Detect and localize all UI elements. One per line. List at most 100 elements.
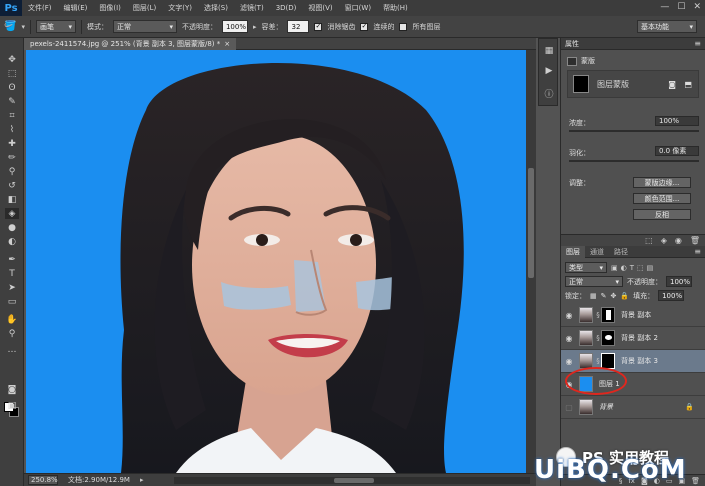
chevron-right-icon[interactable]: ▸ xyxy=(253,23,257,31)
pixel-mask-icon[interactable]: ◙ xyxy=(668,80,676,89)
eye-icon[interactable]: ◉ xyxy=(563,380,575,389)
lock-image-icon[interactable]: ✎ xyxy=(601,292,607,300)
canvas-vertical-scrollbar[interactable] xyxy=(526,50,536,473)
density-slider[interactable] xyxy=(569,130,699,132)
layer-row-background[interactable]: ▢ 背景 🔒 xyxy=(561,396,705,419)
trash-icon[interactable]: 🗑 xyxy=(691,477,700,485)
feather-slider[interactable] xyxy=(569,160,699,162)
menu-edit[interactable]: 编辑(E) xyxy=(58,3,94,13)
tab-channels[interactable]: 通道 xyxy=(585,246,609,258)
antialias-checkbox[interactable]: ✓ xyxy=(314,22,323,31)
blend-mode-select[interactable]: 正常 ▾ xyxy=(565,276,623,287)
contiguous-checkbox[interactable]: ✓ xyxy=(360,22,369,31)
vertical-scroll-thumb[interactable] xyxy=(528,168,534,278)
move-tool-icon[interactable]: ✥ xyxy=(5,54,19,65)
dodge-tool-icon[interactable]: ◐ xyxy=(5,236,19,247)
paint-bucket-tool-icon[interactable]: ◈ xyxy=(5,208,19,219)
eye-off-icon[interactable]: ▢ xyxy=(563,403,575,412)
history-brush-tool-icon[interactable]: ↺ xyxy=(5,180,19,191)
quick-mask-icon[interactable]: ◙ xyxy=(5,384,19,395)
more-tools-icon[interactable]: … xyxy=(5,344,19,355)
filter-pixel-icon[interactable]: ▣ xyxy=(611,264,618,272)
marquee-tool-icon[interactable]: ⬚ xyxy=(5,68,19,79)
document-tab[interactable]: pexels-2411574.jpg @ 251% (背景 副本 3, 图层蒙版… xyxy=(24,38,237,50)
tab-paths[interactable]: 路径 xyxy=(609,246,633,258)
menu-3d[interactable]: 3D(D) xyxy=(270,4,303,12)
lock-all-icon[interactable]: 🔒 xyxy=(620,292,629,300)
vector-mask-icon[interactable]: ⬒ xyxy=(684,80,692,89)
menu-filter[interactable]: 滤镜(T) xyxy=(234,3,270,13)
invert-button[interactable]: 反相 xyxy=(633,209,691,220)
filter-shape-icon[interactable]: ⬚ xyxy=(637,264,644,272)
layer-opacity-field[interactable]: 100% xyxy=(666,276,692,287)
type-tool-icon[interactable]: T xyxy=(5,268,19,279)
layer-row-bg-copy-2[interactable]: ◉ § 背景 副本 2 xyxy=(561,327,705,350)
status-menu-arrow-icon[interactable]: ▸ xyxy=(140,476,144,484)
menu-layer[interactable]: 图层(L) xyxy=(127,3,162,13)
layer-row-bg-copy-3[interactable]: ◉ § 背景 副本 3 xyxy=(561,350,705,373)
menu-select[interactable]: 选择(S) xyxy=(198,3,234,13)
fill-source-select[interactable]: 画笔 ▾ xyxy=(35,20,76,33)
rectangle-tool-icon[interactable]: ▭ xyxy=(5,296,19,307)
feather-field[interactable]: 0.0 像素 xyxy=(655,146,699,156)
brush-tool-icon[interactable]: ✏ xyxy=(5,152,19,163)
image-canvas[interactable] xyxy=(26,50,526,473)
menu-help[interactable]: 帮助(H) xyxy=(377,3,414,13)
eye-icon[interactable]: ◉ xyxy=(563,334,575,343)
layer-row-bg-copy[interactable]: ◉ § 背景 副本 xyxy=(561,304,705,327)
lock-transparent-icon[interactable]: ▦ xyxy=(590,292,597,300)
mask-thumbnail[interactable] xyxy=(601,330,615,346)
screen-mode-icon[interactable]: ▣ xyxy=(5,400,19,411)
menu-type[interactable]: 文字(Y) xyxy=(162,3,198,13)
eraser-tool-icon[interactable]: ◧ xyxy=(5,194,19,205)
panel-menu-icon[interactable]: ≡ xyxy=(694,39,701,48)
minimize-button[interactable]: — xyxy=(660,2,669,12)
filter-adjustment-icon[interactable]: ◐ xyxy=(621,264,627,272)
canvas-horizontal-scrollbar[interactable] xyxy=(174,477,530,484)
hand-tool-icon[interactable]: ✋ xyxy=(5,314,19,325)
clone-stamp-tool-icon[interactable]: ⚲ xyxy=(5,166,19,177)
tab-layers[interactable]: 图层 xyxy=(561,245,585,258)
crop-tool-icon[interactable]: ⌗ xyxy=(5,110,19,121)
zoom-tool-icon[interactable]: ⚲ xyxy=(5,328,19,339)
eye-icon[interactable]: ◉ xyxy=(563,357,575,366)
tolerance-field[interactable]: 32 xyxy=(287,20,310,33)
mask-thumbnail[interactable] xyxy=(601,307,615,323)
density-field[interactable]: 100% xyxy=(655,116,699,126)
menu-image[interactable]: 图像(I) xyxy=(93,3,127,13)
mode-select[interactable]: 正常 ▾ xyxy=(112,20,177,33)
maximize-button[interactable]: ☐ xyxy=(677,2,685,12)
pen-tool-icon[interactable]: ✒ xyxy=(5,254,19,265)
tool-preset-dropdown-icon[interactable]: ▾ xyxy=(21,23,25,31)
layer-kind-select[interactable]: 类型 ▾ xyxy=(565,262,607,273)
color-range-button[interactable]: 颜色范围... xyxy=(633,193,691,204)
fill-field[interactable]: 100% xyxy=(658,290,685,301)
path-selection-tool-icon[interactable]: ➤ xyxy=(5,282,19,293)
info-panel-icon[interactable]: ⓘ xyxy=(543,87,555,100)
eyedropper-tool-icon[interactable]: ⌇ xyxy=(5,124,19,135)
all-layers-checkbox[interactable] xyxy=(399,22,408,31)
healing-brush-tool-icon[interactable]: ✚ xyxy=(5,138,19,149)
menu-window[interactable]: 窗口(W) xyxy=(339,3,377,13)
workspace-select[interactable]: 基本功能 ▾ xyxy=(637,20,697,33)
filter-smart-icon[interactable]: ▤ xyxy=(647,264,654,272)
layer-row-layer-1[interactable]: ◉ 图层 1 xyxy=(561,373,705,396)
apply-mask-icon[interactable]: ◈ xyxy=(661,236,667,245)
actions-play-icon[interactable]: ▶ xyxy=(543,65,555,77)
menu-view[interactable]: 视图(V) xyxy=(302,3,338,13)
mask-edge-button[interactable]: 蒙版边缘... xyxy=(633,177,691,188)
paint-bucket-icon[interactable]: 🪣 xyxy=(4,21,16,32)
eye-icon[interactable]: ◉ xyxy=(563,311,575,320)
filter-type-icon[interactable]: T xyxy=(630,264,634,272)
close-tab-icon[interactable]: × xyxy=(224,40,230,48)
close-window-button[interactable]: ✕ xyxy=(693,2,701,12)
zoom-level-field[interactable]: 250.8% xyxy=(28,475,58,485)
menu-file[interactable]: 文件(F) xyxy=(22,3,58,13)
horizontal-scroll-thumb[interactable] xyxy=(334,478,374,483)
lock-position-icon[interactable]: ✥ xyxy=(611,292,617,300)
panel-menu-icon[interactable]: ≡ xyxy=(694,247,701,256)
history-panel-icon[interactable]: ▦ xyxy=(543,45,555,57)
quick-select-tool-icon[interactable]: ✎ xyxy=(5,96,19,107)
visibility-icon[interactable]: ◉ xyxy=(675,236,682,245)
load-selection-icon[interactable]: ⬚ xyxy=(645,236,653,245)
